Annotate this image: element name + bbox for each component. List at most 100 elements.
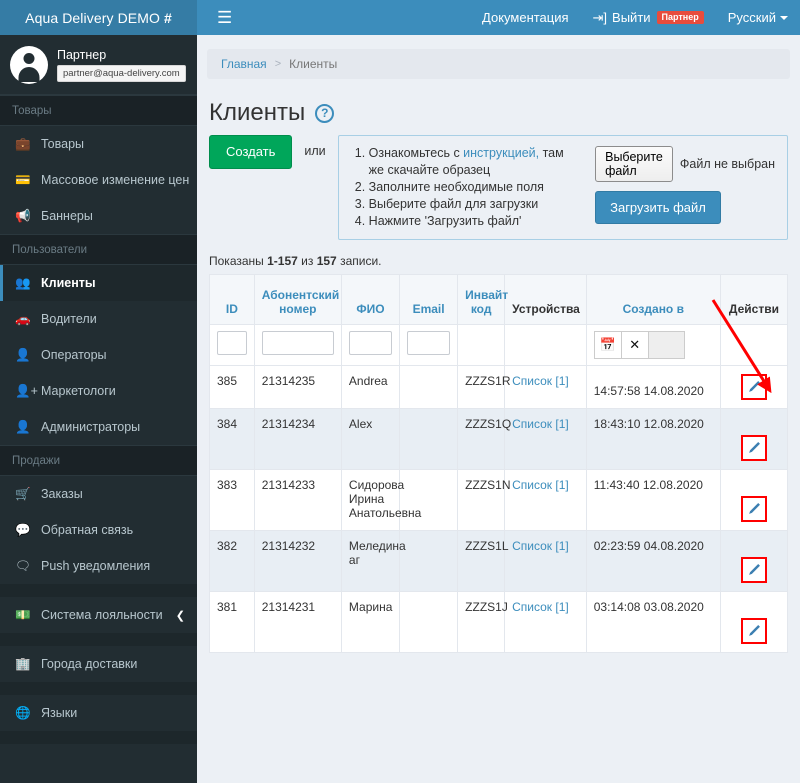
calendar-icon[interactable]: 📅 [593,331,622,359]
role-badge: Партнер [656,10,704,25]
cell-subscriber-number: 21314235 [253,365,342,409]
records-summary: Показаны 1-157 из 157 записи. [197,240,800,274]
clients-table-wrapper: ID Абонентский номер ФИО Email Инвайт ко… [197,274,800,653]
table-row[interactable]: 381 21314231 Марина ZZZS1J Список [1] 03… [209,591,789,653]
nav-documentation-link[interactable]: Документация [470,0,581,35]
sidebar-item-administrators[interactable]: 👤 Администраторы [0,409,197,445]
sidebar-item-label: Водители [41,312,97,326]
cell-id: 381 [209,591,255,653]
filter-input-id[interactable] [217,331,247,355]
sidebar-item-orders[interactable]: 🛒 Заказы [0,476,197,512]
table-row[interactable]: 382 21314232 Меледина аг ZZZS1L Список [… [209,530,789,592]
cell-email [399,408,459,470]
column-header-email[interactable]: Email [399,274,459,325]
column-header-created-at[interactable]: Создано в [585,274,721,325]
cell-actions [719,408,789,470]
cell-email [399,365,459,409]
sidebar-item-loyalty-system[interactable]: 💵 Система лояльности ❮ [0,597,197,633]
import-step-prefix: Ознакомьтесь с [368,146,464,160]
sidebar-item-languages[interactable]: 🌐 Языки [0,695,197,731]
cell-devices-link[interactable]: Список [1] [504,408,587,470]
comment-icon: 🗨 [15,558,31,573]
sidebar-divider [0,633,197,646]
file-status-label: Файл не выбран [679,157,775,171]
cell-fio: Сидорова Ирина Анатольевна [340,469,421,531]
question-circle-icon[interactable]: ? [315,103,335,123]
edit-button[interactable] [740,435,767,461]
sidebar-item-bulk-price-change[interactable]: 💳 Массовое изменение цен [0,162,197,198]
nav-language-dropdown[interactable]: Русский [716,0,800,35]
import-step: Выберите файл для загрузки [369,196,579,213]
sidebar-item-label: Клиенты [41,276,96,290]
sidebar-user-info: Партнер partner@aqua-delivery.com [57,48,186,82]
shopping-basket-icon: 🛒 [15,486,31,501]
sidebar-item-operators[interactable]: 👤 Операторы [0,337,197,373]
cell-actions [719,530,789,592]
create-button[interactable]: Создать [209,135,293,169]
edit-button[interactable] [740,618,767,644]
choose-file-button[interactable]: Выберите файл [595,146,673,182]
page-title-text: Клиенты [209,99,306,126]
column-header-fio[interactable]: ФИО [340,274,401,325]
breadcrumb-home-link[interactable]: Главная [221,57,267,71]
sidebar-user-email: partner@aqua-delivery.com [57,64,186,82]
chevron-left-icon: ❮ [175,609,185,622]
car-icon: 🚗 [15,311,31,326]
bullhorn-icon: 📢 [15,208,31,223]
cell-devices-link[interactable]: Список [1] [504,469,587,531]
sidebar-divider [0,731,197,744]
column-header-invite-code[interactable]: Инвайт код [457,274,508,325]
summary-total: 157 [316,254,337,268]
filter-input-created-at[interactable] [647,331,685,359]
nav-logout-link[interactable]: ⇥] Выйти Партнер [581,0,716,35]
import-step: Заполните необходимые поля [369,179,579,196]
upload-file-button[interactable]: Загрузить файл [595,191,721,224]
chevron-down-icon [780,15,788,20]
hamburger-icon[interactable]: ☰ [207,1,242,34]
sidebar-item-banners[interactable]: 📢 Баннеры [0,198,197,234]
table-row[interactable]: 384 21314234 Alex ZZZS1Q Список [1] 18:4… [209,408,789,470]
filter-input-subscriber-number[interactable] [261,331,334,355]
sidebar-item-feedback[interactable]: 💬 Обратная связь [0,512,197,548]
cell-actions [719,591,789,653]
column-header-id[interactable]: ID [209,274,255,325]
cell-subscriber-number: 21314231 [253,591,342,653]
sidebar-item-push-notifications[interactable]: 🗨 Push уведомления [0,548,197,584]
sidebar-item-delivery-cities[interactable]: 🏢 Города доставки [0,646,197,682]
table-filter-row: 📅 ✕ [209,324,789,366]
navbar-right: ☰ Документация ⇥] Выйти Партнер Русский [197,0,800,35]
brand-logo[interactable]: Aqua Delivery DEMO # [0,0,197,35]
app-root: Aqua Delivery DEMO # ☰ Документация ⇥] В… [0,0,800,783]
clients-table: ID Абонентский номер ФИО Email Инвайт ко… [209,274,789,653]
sidebar-item-goods[interactable]: 💼 Товары [0,126,197,162]
breadcrumb-current: Клиенты [289,57,338,71]
filter-input-email[interactable] [407,331,451,355]
table-row[interactable]: 383 21314233 Сидорова Ирина Анатольевна … [209,469,789,531]
sidebar-item-drivers[interactable]: 🚗 Водители [0,301,197,337]
edit-button[interactable] [740,496,767,522]
page-title: Клиенты ? [209,99,788,127]
sidebar-item-clients[interactable]: 👥 Клиенты [0,265,197,301]
summary-prefix: Показаны [209,254,268,268]
table-head: ID Абонентский номер ФИО Email Инвайт ко… [209,274,789,366]
cell-id: 382 [209,530,255,592]
times-icon[interactable]: ✕ [620,331,649,359]
sidebar-item-label: Языки [41,706,78,720]
column-header-subscriber-number[interactable]: Абонентский номер [253,274,342,325]
sidebar-user-panel[interactable]: Партнер partner@aqua-delivery.com [0,35,197,95]
cell-devices-link[interactable]: Список [1] [504,365,587,409]
nav-language-label: Русский [727,10,776,25]
edit-button[interactable] [740,374,767,400]
filter-input-fio[interactable] [348,331,393,355]
cell-devices-link[interactable]: Список [1] [504,530,587,592]
sidebar-item-label: Массовое изменение цен [41,173,190,187]
table-row[interactable]: 385 21314235 Andrea ZZZS1R Список [1] 14… [209,365,789,409]
filter-cell-devices [504,324,587,366]
cell-invite-code: ZZZS1N [457,469,511,531]
cell-devices-link[interactable]: Список [1] [504,591,587,653]
sidebar-item-marketers[interactable]: 👤+ Маркетологи [0,373,197,409]
instruction-link[interactable]: инструкцией, [463,146,539,160]
sidebar-item-label: Администраторы [41,420,141,434]
edit-button[interactable] [740,557,767,583]
cell-id: 384 [209,408,255,470]
